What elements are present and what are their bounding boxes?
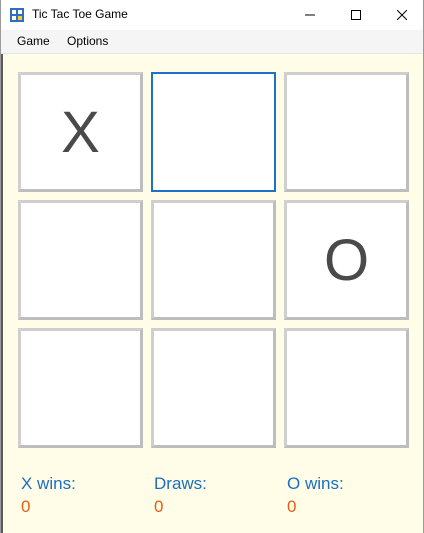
window-border [1,54,3,533]
board-cell-1[interactable]: X [18,72,143,192]
minimize-icon [305,14,315,16]
menu-options[interactable]: Options [67,34,108,48]
game-area: X O X wins: 0 Draws: 0 O wins: 0 [1,54,423,533]
x-wins-label: X wins: [21,474,76,493]
close-icon [397,10,407,20]
menu-game[interactable]: Game [17,34,50,48]
x-wins-value: 0 [21,497,31,516]
draws-value: 0 [154,497,164,516]
board-cell-9[interactable] [284,328,409,448]
menu-bar: Game Options [1,30,423,54]
board-cell-7[interactable] [18,328,143,448]
board-cell-6[interactable]: O [284,200,409,320]
draws-label: Draws: [154,474,207,493]
minimize-button[interactable] [287,0,333,30]
board-cell-2[interactable] [151,72,276,192]
title-bar[interactable]: Tic Tac Toe Game [1,0,423,30]
app-icon [10,8,24,22]
close-button[interactable] [379,0,424,30]
maximize-button[interactable] [333,0,379,30]
board-cell-3[interactable] [284,72,409,192]
app-window: Tic Tac Toe Game Game Options X O X wins… [0,0,424,533]
maximize-icon [351,10,361,20]
o-wins-value: 0 [287,497,297,516]
board-cell-5[interactable] [151,200,276,320]
window-title: Tic Tac Toe Game [32,7,128,21]
board-cell-8[interactable] [151,328,276,448]
o-wins-label: O wins: [287,474,344,493]
board-cell-4[interactable] [18,200,143,320]
